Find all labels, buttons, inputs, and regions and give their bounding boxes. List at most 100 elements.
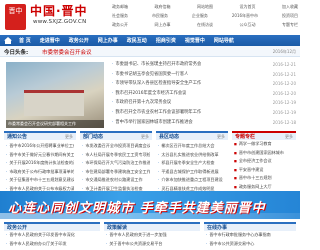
focus-photo[interactable]: 市委常委会召开会议研究部署相关工作 <box>6 62 104 128</box>
column-title[interactable]: 部门动态 <box>83 133 103 140</box>
news-item[interactable]: 市政府召开第十九次常务会议 2016-12-19 <box>112 98 296 108</box>
news-title[interactable]: 市政府召开第十九次常务会议 <box>112 98 171 108</box>
more-link[interactable]: 更多 <box>141 134 149 140</box>
top-link[interactable]: 政务公开 <box>112 20 128 29</box>
column-title[interactable]: 政务公开 <box>7 224 27 231</box>
list-item[interactable]: 晋中市人民政府关于印发晋中市深化 <box>4 231 100 240</box>
list-item[interactable]: 晋中市行政审批服务中心办事指南 <box>204 231 296 240</box>
top-link[interactable]: 企业服务 <box>192 11 208 20</box>
list-item[interactable]: 市发改委召开全市投资项目调度会议 <box>82 142 150 151</box>
headline-bar: 今日头条: 市委常委会召开会议 2016年12月 <box>0 46 300 57</box>
news-date: 2016-12-21 <box>272 71 296 77</box>
nav-item[interactable]: 视觉晋中 <box>185 37 205 44</box>
top-link[interactable]: 网上办事 <box>155 20 171 29</box>
nav-item[interactable]: 招商引资 <box>156 37 176 44</box>
news-title[interactable]: 市领导带队深入各县区检查指导安全生产工作 <box>112 79 201 89</box>
list-item[interactable]: 市住建局部署冬季建筑施工安全工作 <box>82 168 150 177</box>
news-title[interactable]: 晋中市举行国家园林城市创建工作推进会 <box>112 118 192 128</box>
column-header: 政策解读 <box>104 222 200 231</box>
news-item[interactable]: 晋中市举行国家园林城市创建工作推进会 2016-12-18 <box>112 118 296 128</box>
list-item[interactable]: 榆次区召开年度工作总结大会 <box>158 142 226 151</box>
top-link[interactable]: 政府信箱 <box>155 2 171 11</box>
nav-item[interactable]: 政务公开 <box>69 37 89 44</box>
top-link[interactable]: 加入收藏 <box>282 2 298 11</box>
list-item[interactable]: 关于开展2016年度统计执法检查的通知 <box>6 159 74 168</box>
nav-item[interactable]: 网上办事 <box>98 37 118 44</box>
site-name[interactable]: 中国·晋中 <box>30 2 88 19</box>
news-title[interactable]: 我市召开2016年度全市经济工作会议 <box>112 89 186 99</box>
news-title[interactable]: 我市召开全市农业农村工作会议部署明年工作 <box>112 108 201 118</box>
photo-caption[interactable]: 市委常委会召开会议研究部署相关工作 <box>6 120 104 128</box>
news-date: 2016-12-20 <box>272 81 296 87</box>
civic-banner[interactable]: 心连心同创文明城市 手牵手共建美丽晋中 <box>0 191 300 219</box>
news-item[interactable]: 市委副书记、市长张璞主持召开市政府常务会 2016-12-21 <box>112 60 296 70</box>
topic-item[interactable]: 全市经济工作会议 <box>232 157 296 166</box>
topic-item[interactable]: 两学一做学习教育 <box>232 140 296 149</box>
news-date: 2016-12-19 <box>272 100 296 106</box>
site-logo[interactable]: 晋中 <box>5 4 26 30</box>
list-item[interactable]: 介休市加快推进重点工程项目建设 <box>158 176 226 185</box>
column-title[interactable]: 在线办事 <box>207 224 227 231</box>
main-nav: 首 页 走进晋中 政务公开 网上办事 政民互动 招商引资 视觉晋中 网站导航 <box>0 35 300 46</box>
column-header: 部门动态 更多 <box>80 131 152 140</box>
column-title[interactable]: 专题专栏 <box>235 133 255 140</box>
list-item[interactable]: 市环保局召开大气污染防治工作推进会 <box>82 159 150 168</box>
topic-item[interactable]: 晋中市创建国家园林城市 <box>232 149 296 158</box>
more-link[interactable]: 更多 <box>217 134 225 140</box>
site-url: www.SXJZ.GOV.CN <box>33 19 87 25</box>
column-title[interactable]: 政策解读 <box>107 224 127 231</box>
column-header: 在线办事 <box>204 222 296 231</box>
news-title[interactable]: 市委副书记、市长张璞主持召开市政府常务会 <box>112 60 201 70</box>
column-title[interactable]: 县区动态 <box>159 133 179 140</box>
top-link[interactable]: 市民服务 <box>152 11 168 20</box>
list-item[interactable]: 祁县开展冬季安全生产大检查 <box>158 159 226 168</box>
home-icon[interactable] <box>4 37 12 44</box>
logo-text: 晋中 <box>8 7 23 15</box>
nav-item[interactable]: 网站导航 <box>214 37 234 44</box>
top-link[interactable]: 政务邮箱 <box>112 2 128 11</box>
list-item[interactable]: 晋中市公共资源交易中心 <box>204 240 296 249</box>
top-link[interactable]: 投资项目 <box>282 11 298 20</box>
news-date: 2016-12-20 <box>272 90 296 96</box>
top-link[interactable]: 公众互动 <box>240 20 256 29</box>
top-link[interactable]: 专题专栏 <box>282 20 298 29</box>
news-title[interactable]: 市委书记胡玉亭会见省国资委一行客人 <box>112 70 188 80</box>
list-item[interactable]: 晋中市关于做好元旦春节期间有关工作 <box>6 151 74 160</box>
news-item[interactable]: 我市召开全市农业农村工作会议部署明年工作 2016-12-19 <box>112 108 296 118</box>
list-item[interactable]: 晋中市2016年公开招聘事业单位工作人员 <box>6 142 74 151</box>
column-counties: 县区动态 更多 榆次区召开年度工作总结大会 太谷县扎实推进农业供给侧改革 祁县开… <box>156 131 228 194</box>
list-item[interactable]: 关于晋中市公共资源交易平台 <box>104 240 200 249</box>
top-link[interactable]: 社会服务 <box>112 11 128 20</box>
news-list: 市委副书记、市长张璞主持召开市政府常务会 2016-12-21 市委书记胡玉亭会见… <box>112 60 296 127</box>
news-item[interactable]: 我市召开2016年度全市经济工作会议 2016-12-20 <box>112 89 296 99</box>
news-item[interactable]: 市领导带队深入各县区检查指导安全生产工作 2016-12-20 <box>112 79 296 89</box>
photo-building <box>24 90 84 116</box>
top-links-row: 社会服务 市民服务 企业服务 2016年晋中市 投资项目 <box>112 11 298 20</box>
column-title[interactable]: 通知公告 <box>7 133 27 140</box>
list-item[interactable]: 晋中市人民政府关于进一步加强 <box>104 231 200 240</box>
list-item[interactable]: 市人社局开展冬季农民工工资专项检查 <box>82 151 150 160</box>
site-header: 晋中 中国·晋中 www.SXJZ.GOV.CN 政务邮箱 政府信箱 网站地图 … <box>0 0 300 35</box>
more-link[interactable]: 更多 <box>65 134 73 140</box>
top-link[interactable]: 设为首页 <box>240 2 256 11</box>
list-item[interactable]: 晋中市人民政府办公厅关于印发 <box>4 240 100 249</box>
list-item[interactable]: 市交通局推进农村公路建设工作 <box>82 176 150 185</box>
headline-link[interactable]: 市委常委会召开会议 <box>42 48 92 56</box>
more-link[interactable]: 更多 <box>285 134 293 140</box>
nav-item[interactable]: 首 页 <box>19 37 31 44</box>
list-item[interactable]: 太谷县扎实推进农业供给侧改革 <box>158 151 226 160</box>
list-item[interactable]: 市政府关于公布行政审批事项清单的通知 <box>6 168 74 177</box>
nav-item[interactable]: 走进晋中 <box>40 37 60 44</box>
topic-item[interactable]: 晋中市十三五规划 <box>232 174 296 183</box>
top-links: 政务邮箱 政府信箱 网站地图 设为首页 加入收藏 社会服务 市民服务 企业服务 … <box>112 2 298 29</box>
list-item[interactable]: 关于征集晋中市十三五规划意见建议公告 <box>6 176 74 185</box>
headline-label: 今日头条: <box>4 50 29 56</box>
top-link[interactable]: 网站地图 <box>197 2 213 11</box>
topic-item[interactable]: 平安晋中建设 <box>232 166 296 175</box>
news-item[interactable]: 市委书记胡玉亭会见省国资委一行客人 2016-12-21 <box>112 70 296 80</box>
top-link[interactable]: 在线访谈 <box>197 20 213 29</box>
top-link[interactable]: 2016年晋中市 <box>232 11 258 20</box>
news-date: 2016-12-21 <box>272 62 296 67</box>
list-item[interactable]: 平遥县古城保护工作取得新进展 <box>158 168 226 177</box>
nav-item[interactable]: 政民互动 <box>127 37 147 44</box>
